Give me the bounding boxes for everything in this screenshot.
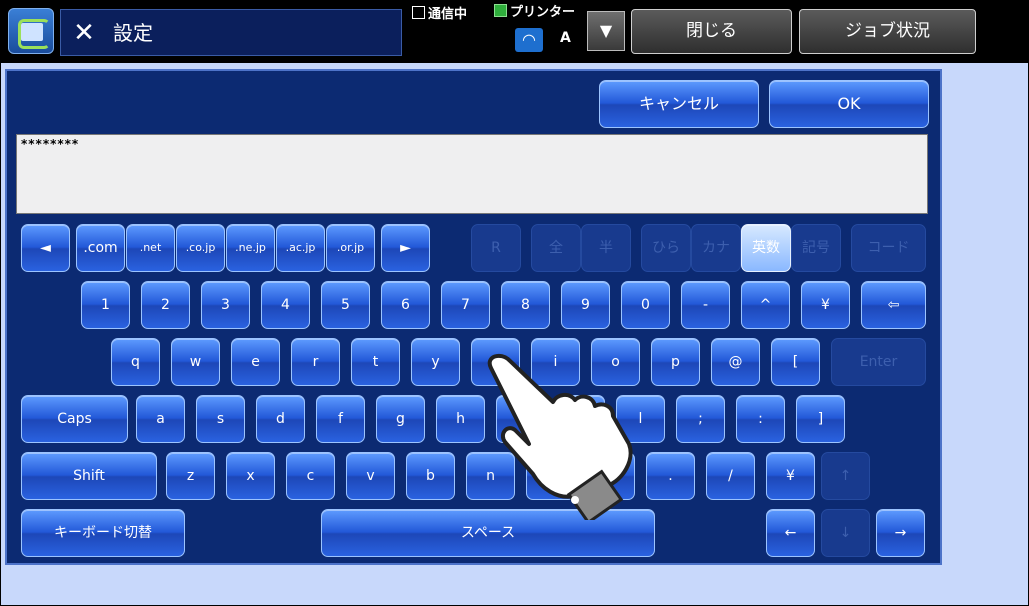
hand-pointer-icon [487, 353, 633, 520]
key-s[interactable]: s [196, 395, 245, 443]
key-slash[interactable]: / [706, 452, 755, 500]
key-c[interactable]: c [286, 452, 335, 500]
status-dropdown-button[interactable]: ▼ [587, 11, 625, 51]
mode-switch-icon[interactable] [8, 8, 54, 54]
key-period[interactable]: . [646, 452, 695, 500]
text-input-field[interactable]: ******** [16, 134, 928, 214]
key-2[interactable]: 2 [141, 281, 190, 329]
printer-status-indicator [494, 4, 507, 17]
key-arrow-down: ↓ [821, 509, 870, 557]
key-a[interactable]: a [136, 395, 185, 443]
key-arrow-right[interactable]: → [876, 509, 925, 557]
key-arrow-left[interactable]: ← [766, 509, 815, 557]
key-domain-or-jp[interactable]: .or.jp [326, 224, 375, 272]
key-6[interactable]: 6 [381, 281, 430, 329]
mode-zen: 全 [531, 224, 581, 272]
key-g[interactable]: g [376, 395, 425, 443]
key-domain-ac-jp[interactable]: .ac.jp [276, 224, 325, 272]
key-h[interactable]: h [436, 395, 485, 443]
mode-kigo: 記号 [791, 224, 841, 272]
mode-kana: カナ [691, 224, 741, 272]
key-8[interactable]: 8 [501, 281, 550, 329]
wrench-screwdriver-icon: ✕ [73, 18, 95, 48]
key-colon[interactable]: : [736, 395, 785, 443]
triangle-down-icon: ▼ [599, 21, 613, 40]
key-arrow-left-domain[interactable]: ◄ [21, 224, 70, 272]
wifi-icon: ◠ [515, 28, 543, 52]
key-1[interactable]: 1 [81, 281, 130, 329]
key-r[interactable]: r [291, 338, 340, 386]
key-d[interactable]: d [256, 395, 305, 443]
mode-han: 半 [581, 224, 631, 272]
mode-hira: ひら [641, 224, 691, 272]
key-5[interactable]: 5 [321, 281, 370, 329]
key-domain-co-jp[interactable]: .co.jp [176, 224, 225, 272]
key-3[interactable]: 3 [201, 281, 250, 329]
key-9[interactable]: 9 [561, 281, 610, 329]
keyboard-switch-button[interactable]: キーボード切替 [21, 509, 185, 557]
key-p[interactable]: p [651, 338, 700, 386]
mode-r: R [471, 224, 521, 272]
key-yen[interactable]: ¥ [766, 452, 815, 500]
job-status-button[interactable]: ジョブ状況 [799, 9, 976, 54]
page-title: 設定 [113, 21, 153, 45]
key-enter: Enter [831, 338, 926, 386]
title-box: ✕ 設定 [60, 9, 402, 56]
printer-status-label: プリンター [510, 5, 576, 20]
close-button[interactable]: 閉じる [631, 9, 792, 54]
ok-button[interactable]: OK [769, 80, 929, 128]
key-semicolon[interactable]: ; [676, 395, 725, 443]
key-arrow-right-domain[interactable]: ► [381, 224, 430, 272]
status-letter: A [560, 30, 571, 46]
key-x[interactable]: x [226, 452, 275, 500]
key-0[interactable]: 0 [621, 281, 670, 329]
key-domain-com[interactable]: .com [76, 224, 125, 272]
key-shift[interactable]: Shift [21, 452, 157, 500]
comm-status-label: 通信中 [428, 7, 468, 22]
key-7[interactable]: 7 [441, 281, 490, 329]
key-e[interactable]: e [231, 338, 280, 386]
key-arrow-up: ↑ [821, 452, 870, 500]
comm-status-indicator [412, 6, 425, 19]
key-4[interactable]: 4 [261, 281, 310, 329]
key-minus[interactable]: - [681, 281, 730, 329]
printer-status: プリンター [494, 4, 575, 21]
key-v[interactable]: v [346, 452, 395, 500]
key-backspace[interactable]: ⇦ [861, 281, 926, 329]
top-bar: ✕ 設定 通信中 プリンター ◠ A ▼ 閉じる ジョブ状況 [0, 0, 1029, 62]
key-caps[interactable]: Caps [21, 395, 128, 443]
key-yen[interactable]: ¥ [801, 281, 850, 329]
key-y[interactable]: y [411, 338, 460, 386]
key-w[interactable]: w [171, 338, 220, 386]
key-t[interactable]: t [351, 338, 400, 386]
key-bracket-close[interactable]: ] [796, 395, 845, 443]
key-b[interactable]: b [406, 452, 455, 500]
key-domain-net[interactable]: .net [126, 224, 175, 272]
key-at[interactable]: @ [711, 338, 760, 386]
key-f[interactable]: f [316, 395, 365, 443]
mode-code: コード [851, 224, 926, 272]
comm-status: 通信中 [412, 6, 467, 23]
mode-eisu[interactable]: 英数 [741, 224, 791, 272]
cancel-button[interactable]: キャンセル [599, 80, 759, 128]
key-q[interactable]: q [111, 338, 160, 386]
key-domain-ne-jp[interactable]: .ne.jp [226, 224, 275, 272]
key-z[interactable]: z [166, 452, 215, 500]
key-caret[interactable]: ^ [741, 281, 790, 329]
key-bracket-open[interactable]: [ [771, 338, 820, 386]
